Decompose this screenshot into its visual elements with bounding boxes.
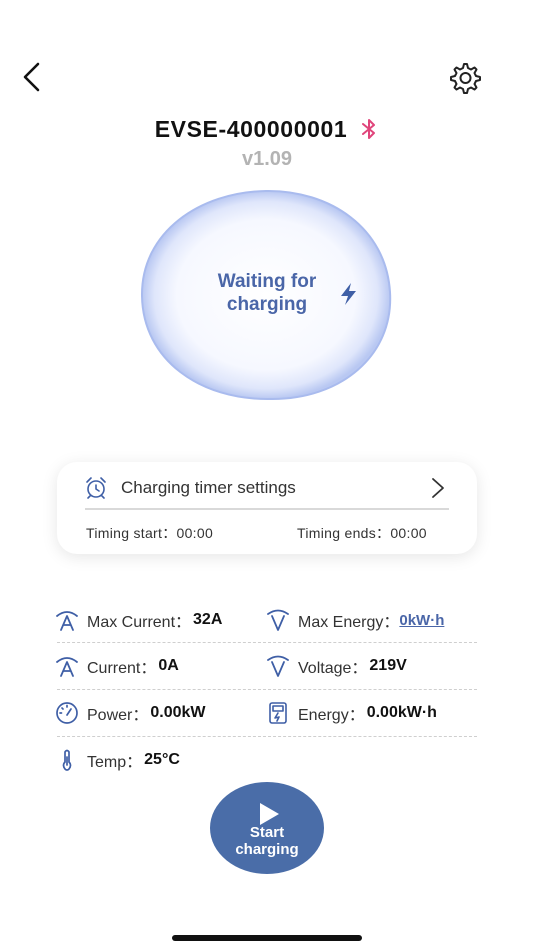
temp-label: Temp： — [87, 754, 143, 771]
charging-status-text: Waiting for charging — [190, 270, 344, 316]
voltage-value: 219V — [369, 657, 407, 674]
timer-divider — [85, 508, 449, 510]
stats-divider — [57, 736, 477, 737]
max-current-icon — [56, 611, 78, 631]
settings-button[interactable] — [446, 60, 482, 96]
voltage-icon — [267, 655, 289, 677]
device-title-row: EVSE-400000001 — [0, 112, 534, 146]
timing-start: Timing start：00:00 — [86, 525, 214, 541]
start-charging-label: Start charging — [210, 824, 324, 858]
current-stat: Current： 0A — [55, 653, 179, 679]
chevron-left-icon — [23, 62, 40, 92]
play-icon — [260, 803, 279, 825]
stats-divider — [57, 689, 477, 690]
speedometer-icon — [56, 702, 78, 724]
energy-label: Energy： — [298, 707, 365, 724]
temp-stat: Temp： 25°C — [55, 747, 180, 773]
gear-icon — [450, 63, 481, 94]
energy-meter-icon — [269, 702, 287, 724]
max-current-stat: Max Current： 32A — [55, 607, 222, 633]
back-button[interactable] — [18, 60, 50, 94]
chevron-right-icon[interactable] — [428, 476, 448, 500]
max-current-value: 32A — [193, 611, 223, 628]
device-name: EVSE-400000001 — [154, 115, 348, 142]
stats-divider — [57, 642, 477, 643]
bluetooth-icon — [362, 119, 376, 139]
energy-value: 0.00kW·h — [366, 704, 437, 721]
max-energy-icon — [267, 609, 289, 631]
energy-stat: Energy： 0.00kW·h — [266, 700, 437, 726]
current-icon — [56, 657, 78, 677]
lightning-bolt-icon — [341, 283, 356, 305]
current-label: Current： — [87, 660, 157, 677]
max-energy-label: Max Energy： — [298, 614, 400, 631]
start-label-line-1: Start — [249, 824, 285, 841]
power-value: 0.00kW — [150, 704, 206, 721]
max-current-label: Max Current： — [87, 614, 192, 631]
timer-settings-title[interactable]: Charging timer settings — [121, 478, 296, 498]
alarm-clock-icon — [86, 477, 106, 499]
timing-end: Timing ends：00:00 — [297, 525, 427, 541]
max-energy-stat: Max Energy： 0kW·h — [266, 607, 444, 633]
thermometer-icon — [62, 749, 72, 771]
current-value: 0A — [158, 657, 179, 674]
status-line-2: charging — [226, 294, 308, 315]
firmware-version: v1.09 — [241, 148, 293, 170]
temp-value: 25°C — [144, 751, 180, 768]
power-label: Power： — [87, 707, 149, 724]
max-energy-link[interactable]: 0kW·h — [399, 612, 444, 629]
status-line-1: Waiting for — [217, 271, 317, 292]
home-indicator[interactable] — [172, 935, 362, 941]
voltage-stat: Voltage： 219V — [266, 653, 407, 679]
power-stat: Power： 0.00kW — [55, 700, 206, 726]
start-label-line-2: charging — [235, 841, 299, 858]
voltage-label: Voltage： — [298, 660, 368, 677]
